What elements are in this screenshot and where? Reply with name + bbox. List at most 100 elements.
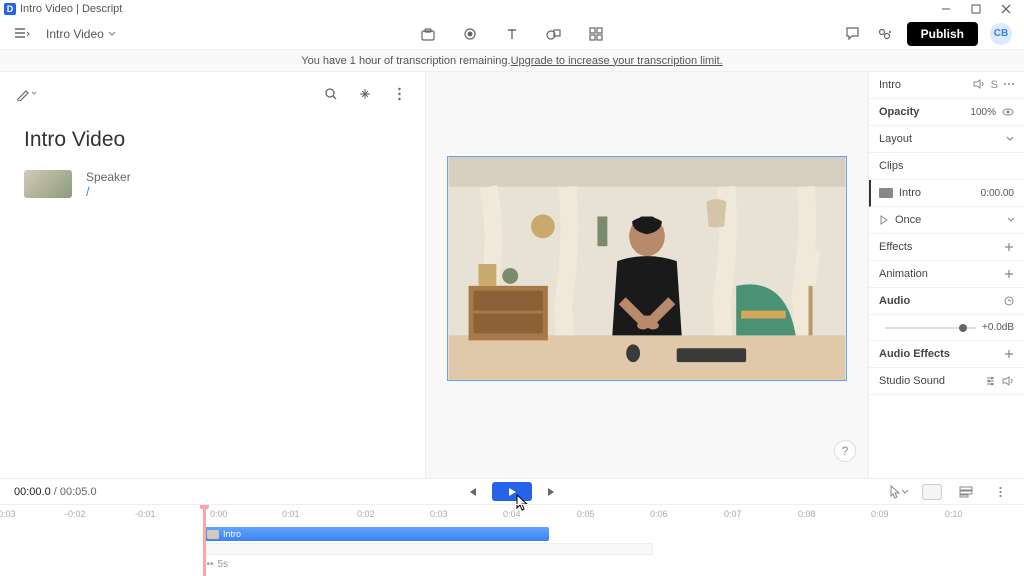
next-button[interactable]: [542, 482, 562, 502]
animation-row[interactable]: Animation: [869, 261, 1024, 288]
text-icon[interactable]: [502, 24, 522, 44]
more-icon[interactable]: [990, 482, 1010, 502]
comment-icon[interactable]: [843, 24, 863, 44]
sliders-icon[interactable]: [985, 376, 996, 386]
clips-header: Clips: [869, 153, 1024, 180]
scene-name-row[interactable]: Intro S: [869, 72, 1024, 99]
pointer-tool-icon[interactable]: [888, 482, 908, 502]
script-panel: Intro Video Speaker /: [0, 72, 426, 478]
project-name-label: Intro Video: [46, 27, 104, 41]
clip-name: Intro: [899, 187, 981, 199]
studio-sound-row[interactable]: Studio Sound: [869, 368, 1024, 395]
s-label[interactable]: S: [991, 79, 998, 91]
upgrade-link[interactable]: Upgrade to increase your transcription l…: [511, 55, 723, 67]
ruler-mark: 0:03: [430, 509, 448, 519]
speaker-icon[interactable]: [973, 79, 985, 89]
ruler-mark: 0:08: [798, 509, 816, 519]
menu-icon[interactable]: [12, 24, 32, 44]
project-name-dropdown[interactable]: Intro Video: [46, 27, 116, 41]
clip-time: 0:00.00: [981, 188, 1014, 199]
search-icon[interactable]: [321, 84, 341, 104]
audio-header: Audio: [869, 288, 1024, 315]
titlebar: D Intro Video | Descript: [0, 0, 1024, 18]
time-display: 00:00.0 / 00:05.0: [14, 486, 97, 498]
opacity-row[interactable]: Opacity 100%: [869, 99, 1024, 126]
playhead[interactable]: [203, 505, 206, 576]
timeline-clip[interactable]: Intro: [203, 527, 549, 541]
timeline-view-icon[interactable]: [956, 482, 976, 502]
share-icon[interactable]: [875, 24, 895, 44]
shapes-icon[interactable]: [544, 24, 564, 44]
loop-label: Once: [895, 214, 1008, 226]
aspect-button[interactable]: [922, 484, 942, 500]
properties-panel: Intro S Opacity 100% Layout Clips Intro …: [868, 72, 1024, 478]
record-icon[interactable]: [460, 24, 480, 44]
more-icon[interactable]: [389, 84, 409, 104]
plus-icon[interactable]: [1004, 242, 1014, 252]
clip-thumb-icon: [879, 188, 893, 198]
effects-row[interactable]: Effects: [869, 234, 1024, 261]
timeline-clip-label: Intro: [223, 529, 241, 539]
audio-effects-row[interactable]: Audio Effects: [869, 341, 1024, 368]
playbar-right: [888, 482, 1010, 502]
publish-button[interactable]: Publish: [907, 22, 978, 46]
help-button[interactable]: ?: [834, 440, 856, 462]
main-area: Intro Video Speaker /: [0, 72, 1024, 478]
app-icon: D: [4, 3, 16, 15]
timeline-ruler[interactable]: -0:03-0:02-0:010:000:010:020:030:040:050…: [0, 505, 1024, 525]
timeline-clip-thumb: [207, 530, 219, 539]
play-button[interactable]: [492, 482, 532, 501]
playback-bar: 00:00.0 / 00:05.0: [0, 478, 1024, 504]
audio-label: Audio: [879, 295, 998, 307]
plus-icon[interactable]: [1004, 349, 1014, 359]
layout-row[interactable]: Layout: [869, 126, 1024, 153]
sparkle-icon[interactable]: [355, 84, 375, 104]
audio-slider-row[interactable]: +0.0dB: [869, 315, 1024, 341]
audio-db: +0.0dB: [982, 322, 1014, 333]
clips-label: Clips: [879, 160, 1014, 172]
camera-icon[interactable]: [418, 24, 438, 44]
close-button[interactable]: [1000, 3, 1012, 15]
animation-label: Animation: [879, 268, 998, 280]
speaker-row[interactable]: Speaker /: [24, 170, 409, 199]
minimize-button[interactable]: [940, 3, 952, 15]
ruler-mark: -0:01: [135, 509, 156, 519]
timeline-tracks[interactable]: Intro ••• 5s: [0, 525, 1024, 576]
grid-icon[interactable]: [586, 24, 606, 44]
window-controls: [940, 3, 1020, 15]
opacity-value: 100%: [970, 107, 996, 118]
timeline[interactable]: -0:03-0:02-0:010:000:010:020:030:040:050…: [0, 504, 1024, 576]
timeline-marker[interactable]: ••• 5s: [203, 559, 228, 570]
ruler-mark: 0:09: [871, 509, 889, 519]
ruler-mark: 0:10: [945, 509, 963, 519]
clip-row[interactable]: Intro 0:00.00: [869, 180, 1024, 207]
loop-row[interactable]: Once: [869, 207, 1024, 234]
speaker-icon[interactable]: [1002, 376, 1014, 386]
eye-icon[interactable]: [1002, 107, 1014, 117]
studio-sound-label: Studio Sound: [879, 375, 979, 387]
notification-text: You have 1 hour of transcription remaini…: [301, 55, 510, 67]
prev-button[interactable]: [462, 482, 482, 502]
layout-label: Layout: [879, 133, 1000, 145]
ruler-mark: 0:06: [650, 509, 668, 519]
canvas-panel: ?: [426, 72, 868, 478]
window-title: Intro Video | Descript: [20, 3, 122, 15]
marker-label: 5s: [218, 559, 229, 570]
ruler-mark: -0:03: [0, 509, 16, 519]
volume-slider[interactable]: [885, 327, 976, 329]
video-frame[interactable]: [447, 156, 847, 381]
user-avatar[interactable]: CB: [990, 23, 1012, 45]
clock-icon[interactable]: [1004, 296, 1014, 306]
more-dots-icon[interactable]: [1004, 79, 1014, 89]
timeline-gap: [203, 543, 653, 555]
main-toolbar: Intro Video Publish CB: [0, 18, 1024, 50]
notification-bar: You have 1 hour of transcription remaini…: [0, 50, 1024, 72]
plus-icon[interactable]: [1004, 269, 1014, 279]
ruler-mark: 0:07: [724, 509, 742, 519]
ruler-mark: 0:05: [577, 509, 595, 519]
speaker-label[interactable]: Speaker: [86, 170, 131, 184]
pen-icon[interactable]: [16, 84, 36, 104]
maximize-button[interactable]: [970, 3, 982, 15]
script-title[interactable]: Intro Video: [24, 128, 409, 152]
text-cursor: /: [86, 184, 131, 199]
